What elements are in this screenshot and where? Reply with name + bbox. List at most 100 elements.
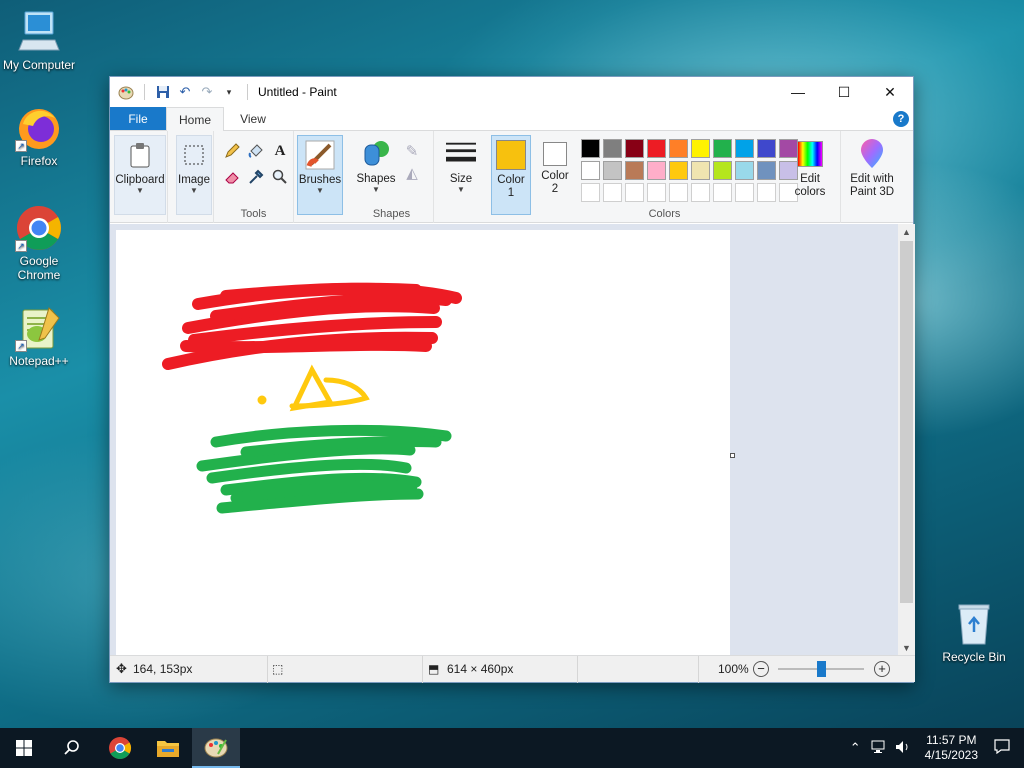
custom-color-slot[interactable]: [669, 183, 688, 202]
palette-swatch[interactable]: [691, 139, 710, 158]
shortcut-arrow-icon: ↗: [15, 240, 27, 252]
recycle-bin-icon: [950, 600, 998, 648]
palette-swatch[interactable]: [735, 161, 754, 180]
cursor-position: 164, 153px: [133, 662, 193, 676]
save-icon[interactable]: [155, 84, 171, 100]
scroll-up-icon[interactable]: ▲: [898, 224, 915, 241]
shape-fill-icon[interactable]: ◭: [402, 163, 422, 183]
select-icon: [179, 140, 209, 170]
maximize-button[interactable]: ☐: [821, 77, 867, 107]
chevron-up-icon[interactable]: ⌃: [844, 740, 867, 756]
image-button[interactable]: Image ▼: [176, 135, 212, 215]
text-icon[interactable]: A: [270, 141, 290, 161]
palette-swatch[interactable]: [669, 139, 688, 158]
edit-with-paint3d-button[interactable]: Edit with Paint 3D: [845, 135, 899, 215]
clock[interactable]: 11:57 PM 4/15/2023: [915, 733, 988, 763]
image-size: 614 × 460px: [447, 662, 514, 676]
custom-color-slot[interactable]: [581, 183, 600, 202]
palette-swatch[interactable]: [647, 139, 666, 158]
palette-swatch[interactable]: [625, 139, 644, 158]
desktop-icon-firefox[interactable]: ↗ Firefox: [1, 104, 77, 168]
palette-swatch[interactable]: [713, 161, 732, 180]
notifications-icon[interactable]: [988, 739, 1024, 757]
tab-view[interactable]: View: [224, 107, 282, 130]
desktop-icon-notepadpp[interactable]: ↗ Notepad++: [1, 304, 77, 368]
shapes-button[interactable]: Shapes ▼: [354, 135, 398, 215]
palette-swatch[interactable]: [647, 161, 666, 180]
clipboard-button[interactable]: Clipboard ▼: [114, 135, 166, 215]
undo-icon[interactable]: ↶: [177, 84, 193, 100]
desktop-icon-recycle-bin[interactable]: Recycle Bin: [936, 600, 1012, 664]
zoom-in-icon[interactable]: +: [874, 661, 890, 677]
selection-size-icon: ⬚: [272, 662, 284, 676]
custom-color-slot[interactable]: [647, 183, 666, 202]
zoom-percent: 100%: [718, 662, 749, 676]
custom-color-slot[interactable]: [757, 183, 776, 202]
search-button[interactable]: [48, 728, 96, 768]
magnifier-icon[interactable]: [270, 167, 290, 187]
color2-button[interactable]: Color 2: [535, 135, 575, 215]
tab-home[interactable]: Home: [166, 107, 224, 131]
customize-quick-access-icon[interactable]: ▾: [221, 84, 237, 100]
custom-color-slot[interactable]: [625, 183, 644, 202]
palette-swatch[interactable]: [735, 139, 754, 158]
palette-swatch[interactable]: [603, 161, 622, 180]
redo-icon[interactable]: ↷: [199, 84, 215, 100]
network-icon[interactable]: [867, 740, 891, 757]
palette-swatch[interactable]: [757, 161, 776, 180]
edit-colors-label: Edit: [800, 173, 820, 185]
colors-group-label: Colors: [648, 208, 681, 220]
custom-color-slot[interactable]: [735, 183, 754, 202]
tab-file[interactable]: File: [110, 107, 166, 130]
pencil-icon[interactable]: [222, 141, 242, 161]
scroll-thumb[interactable]: [900, 241, 913, 603]
desktop-icon-chrome[interactable]: ↗ Google Chrome: [1, 204, 77, 282]
palette-swatch[interactable]: [625, 161, 644, 180]
canvas-area[interactable]: ▲ ▼: [110, 224, 915, 657]
chevron-down-icon: ▼: [372, 185, 380, 194]
paint-app-icon[interactable]: [118, 84, 134, 100]
palette-swatch[interactable]: [669, 161, 688, 180]
chrome-icon: [109, 737, 131, 759]
outline-icon[interactable]: ✎: [402, 141, 422, 161]
custom-color-slot[interactable]: [691, 183, 710, 202]
minimize-button[interactable]: —: [775, 77, 821, 107]
close-button[interactable]: ✕: [867, 77, 913, 107]
resize-handle-right[interactable]: [730, 453, 735, 458]
desktop-icon-my-computer[interactable]: My Computer: [1, 8, 77, 72]
palette-swatch[interactable]: [757, 139, 776, 158]
palette-swatch[interactable]: [691, 161, 710, 180]
start-button[interactable]: [0, 728, 48, 768]
custom-color-slot[interactable]: [603, 183, 622, 202]
desktop-icon-label: Firefox: [20, 154, 58, 168]
shapes-label: Shapes: [356, 173, 396, 185]
volume-icon[interactable]: [891, 740, 915, 757]
edit-colors-label-2: colors: [794, 186, 826, 198]
shortcut-arrow-icon: ↗: [15, 340, 27, 352]
taskbar-chrome[interactable]: [96, 728, 144, 768]
palette-swatch[interactable]: [713, 139, 732, 158]
custom-color-slot[interactable]: [713, 183, 732, 202]
help-icon[interactable]: ?: [893, 111, 909, 127]
chrome-icon: ↗: [15, 204, 63, 252]
zoom-slider-thumb[interactable]: [816, 661, 826, 677]
zoom-out-icon[interactable]: −: [753, 661, 769, 677]
color-picker-icon[interactable]: [246, 167, 266, 187]
yellow-brush-strokes: [257, 364, 370, 412]
brushes-button[interactable]: Brushes ▼: [297, 135, 343, 215]
taskbar-file-explorer[interactable]: [144, 728, 192, 768]
color1-button[interactable]: Color 1: [491, 135, 531, 215]
taskbar-paint[interactable]: [192, 728, 240, 768]
vertical-scrollbar[interactable]: ▲ ▼: [898, 224, 915, 657]
fill-icon[interactable]: [246, 141, 266, 161]
palette-swatch[interactable]: [581, 139, 600, 158]
zoom-slider[interactable]: [778, 661, 864, 677]
shapes-icon: [361, 139, 391, 169]
eraser-icon[interactable]: [222, 167, 242, 187]
palette-swatch[interactable]: [581, 161, 600, 180]
size-button[interactable]: Size ▼: [438, 135, 484, 215]
palette-swatch[interactable]: [603, 139, 622, 158]
edit-colors-button[interactable]: Edit colors: [787, 135, 833, 215]
drawing-canvas[interactable]: [116, 230, 730, 657]
desktop-icon-label: Google Chrome: [17, 254, 61, 282]
